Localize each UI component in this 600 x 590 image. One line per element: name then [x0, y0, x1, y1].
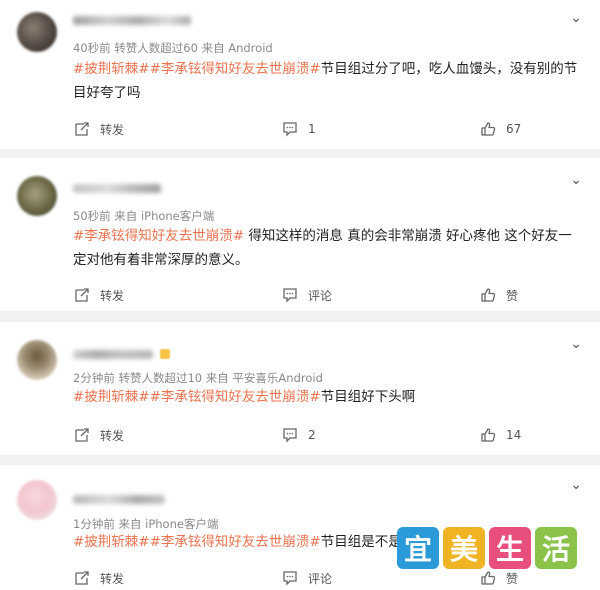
watermark-logo: 宜 美 生 活	[397, 527, 581, 569]
repost-button[interactable]: 转发	[74, 423, 124, 447]
like-count: 67	[506, 122, 522, 136]
username-blurred[interactable]	[73, 495, 165, 504]
watermark-char: 美	[443, 527, 485, 569]
comment-button[interactable]: 2	[282, 423, 316, 447]
comment-icon	[283, 571, 297, 586]
chevron-down-icon[interactable]: ⌄	[570, 10, 582, 26]
like-button[interactable]: 赞	[480, 566, 518, 590]
comment-icon	[283, 428, 297, 443]
topic-tag[interactable]: #披荆斩棘##李承铉得知好友去世崩溃#	[73, 389, 321, 405]
comment-icon	[283, 122, 297, 137]
username-blurred[interactable]	[73, 350, 153, 359]
repost-label: 转发	[100, 288, 125, 303]
vip-badge-icon	[160, 349, 170, 359]
avatar[interactable]	[17, 12, 57, 52]
like-button[interactable]: 67	[480, 117, 521, 141]
chevron-down-icon[interactable]: ⌄	[570, 172, 582, 188]
avatar[interactable]	[17, 480, 57, 520]
comment-card: ⌄ 50秒前 来自 iPhone客户端 #李承铉得知好友去世崩溃# 得知这样的消…	[0, 158, 600, 311]
chevron-down-icon[interactable]: ⌄	[570, 477, 582, 493]
comment-button[interactable]: 评论	[282, 283, 332, 307]
repost-button[interactable]: 转发	[74, 117, 124, 141]
watermark-char: 宜	[397, 527, 439, 569]
repost-button[interactable]: 转发	[74, 283, 124, 307]
like-button[interactable]: 赞	[480, 283, 518, 307]
action-bar: 转发 评论 赞	[0, 566, 600, 590]
comment-text: #李承铉得知好友去世崩溃# 得知这样的消息 真的会非常崩溃 好心疼他 这个好友一…	[73, 224, 583, 272]
action-bar: 转发 1 67	[0, 117, 600, 141]
like-icon	[481, 122, 496, 136]
comment-button[interactable]: 1	[282, 117, 316, 141]
chevron-down-icon[interactable]: ⌄	[570, 336, 582, 352]
like-button[interactable]: 14	[480, 423, 521, 447]
repost-label: 转发	[100, 428, 125, 443]
watermark-char: 活	[535, 527, 577, 569]
comment-card: ⌄ 2分钟前 转赞人数超过10 来自 平安喜乐Android #披荆斩棘##李承…	[0, 322, 600, 455]
topic-tag[interactable]: #披荆斩棘##李承铉得知好友去世崩溃#	[73, 534, 321, 550]
comment-card: ⌄ 40秒前 转赞人数超过60 来自 Android #披荆斩棘##李承铉得知好…	[0, 0, 600, 149]
avatar[interactable]	[17, 340, 57, 380]
comment-meta: 2分钟前 转赞人数超过10 来自 平安喜乐Android	[73, 371, 323, 385]
repost-icon	[75, 571, 89, 585]
repost-icon	[75, 122, 89, 136]
watermark-char: 生	[489, 527, 531, 569]
comment-text: #披荆斩棘##李承铉得知好友去世崩溃#节目组好下头啊	[73, 385, 583, 409]
repost-icon	[75, 428, 89, 442]
comment-icon	[283, 288, 297, 303]
like-count: 赞	[506, 571, 519, 586]
repost-label: 转发	[100, 571, 125, 586]
comment-count: 评论	[308, 288, 333, 303]
repost-button[interactable]: 转发	[74, 566, 124, 590]
comment-feed: ⌄ 40秒前 转赞人数超过60 来自 Android #披荆斩棘##李承铉得知好…	[0, 0, 600, 588]
comment-meta: 40秒前 转赞人数超过60 来自 Android	[73, 41, 273, 55]
like-count: 14	[506, 428, 522, 442]
action-bar: 转发 评论 赞	[0, 283, 600, 307]
comment-count: 2	[308, 428, 316, 442]
username-blurred[interactable]	[73, 184, 161, 193]
repost-icon	[75, 288, 89, 302]
like-icon	[481, 428, 496, 442]
like-icon	[481, 288, 496, 302]
like-icon	[481, 571, 496, 585]
comment-count: 评论	[308, 571, 333, 586]
like-count: 赞	[506, 288, 519, 303]
username-blurred[interactable]	[73, 16, 191, 25]
comment-text: #披荆斩棘##李承铉得知好友去世崩溃#节目组过分了吧，吃人血馒头，没有别的节目好…	[73, 57, 583, 105]
avatar[interactable]	[17, 176, 57, 216]
topic-tag[interactable]: #李承铉得知好友去世崩溃#	[73, 228, 244, 244]
comment-body: 节目组好下头啊	[320, 389, 416, 405]
comment-meta: 50秒前 来自 iPhone客户端	[73, 209, 215, 223]
comment-count: 1	[308, 122, 316, 136]
comment-button[interactable]: 评论	[282, 566, 332, 590]
repost-label: 转发	[100, 122, 125, 137]
action-bar: 转发 2 14	[0, 423, 600, 447]
topic-tag[interactable]: #披荆斩棘##李承铉得知好友去世崩溃#	[73, 61, 321, 77]
